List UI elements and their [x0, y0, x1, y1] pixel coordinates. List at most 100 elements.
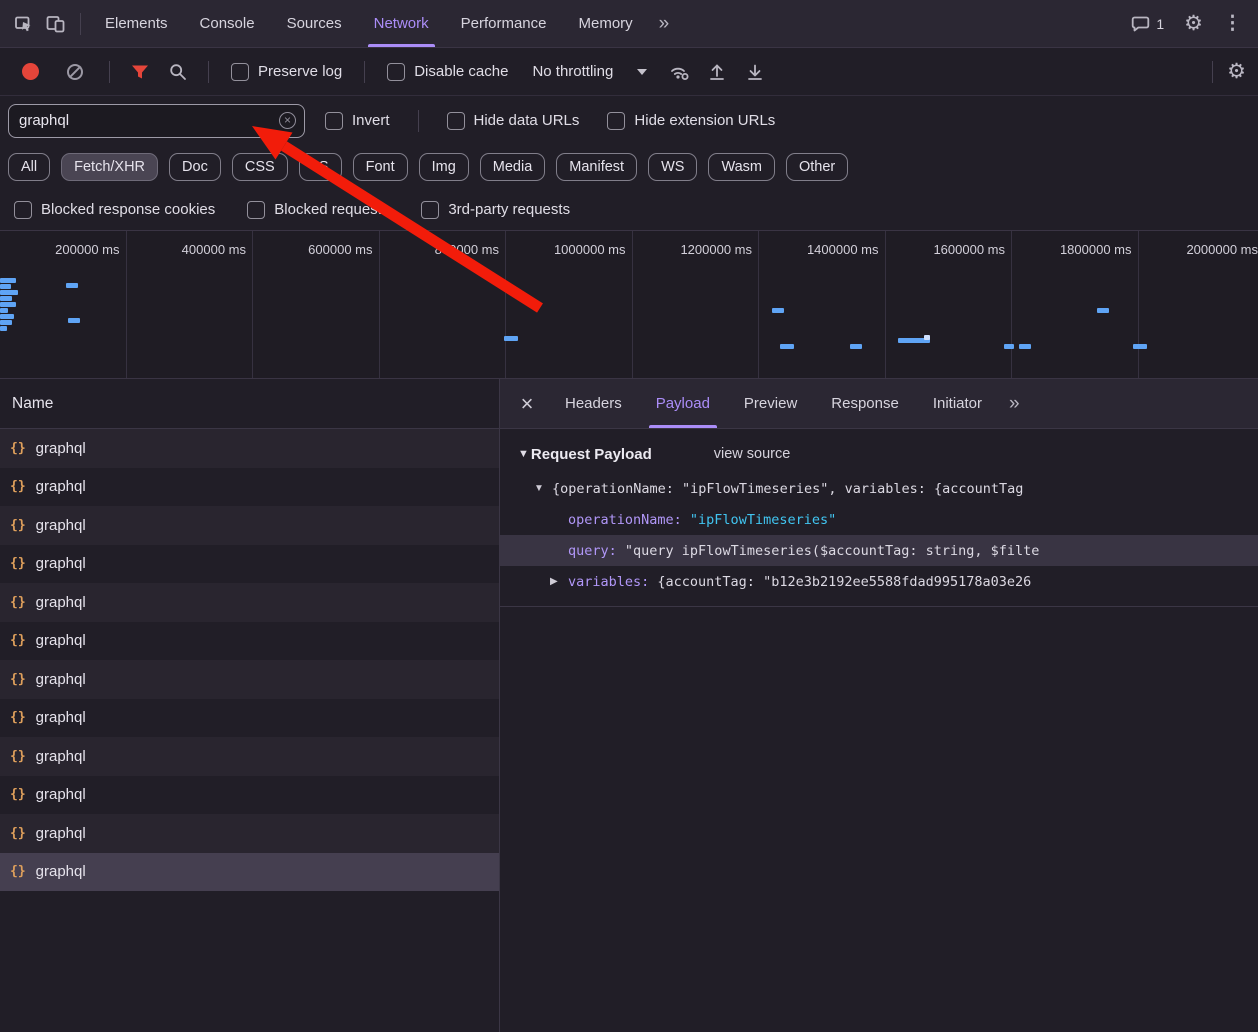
filter-chip-all[interactable]: All — [8, 153, 50, 181]
invert-toggle[interactable]: Invert — [325, 112, 390, 130]
more-tabs-icon[interactable]: » — [649, 13, 680, 35]
request-row[interactable]: {}graphql — [0, 699, 499, 738]
collapse-arrow-icon[interactable]: ▼ — [518, 448, 529, 460]
name-column-header[interactable]: Name — [0, 379, 499, 429]
device-toolbar-icon[interactable] — [40, 8, 72, 40]
payload-entry[interactable]: ▶variables: {accountTag: "b12e3b2192ee55… — [500, 566, 1258, 597]
request-row[interactable]: {}graphql — [0, 545, 499, 584]
tab-sources[interactable]: Sources — [271, 0, 358, 47]
detail-tab-response[interactable]: Response — [814, 379, 916, 428]
filter-chip-img[interactable]: Img — [419, 153, 469, 181]
filter-chip-wasm[interactable]: Wasm — [708, 153, 775, 181]
request-timing-bar[interactable] — [0, 314, 14, 319]
kebab-menu-icon[interactable]: ⋮ — [1223, 14, 1242, 33]
request-row[interactable]: {}graphql — [0, 583, 499, 622]
network-settings-gear-icon[interactable]: ⚙ — [1227, 61, 1246, 82]
request-row[interactable]: {}graphql — [0, 776, 499, 815]
request-timing-bar[interactable] — [66, 283, 78, 288]
tab-console[interactable]: Console — [184, 0, 271, 47]
request-row[interactable]: {}graphql — [0, 506, 499, 545]
timeline-tick-label: 2000000 ms — [1139, 231, 1258, 257]
payload-entry[interactable]: operationName: "ipFlowTimeseries" — [500, 504, 1258, 535]
request-row[interactable]: {}graphql — [0, 853, 499, 892]
request-timing-bar[interactable] — [0, 302, 16, 307]
clear-button[interactable] — [67, 64, 83, 80]
waterfall-overview[interactable]: 200000 ms400000 ms600000 ms800000 ms1000… — [0, 231, 1258, 379]
expand-arrow-icon[interactable]: ▶ — [550, 576, 568, 587]
request-timing-bar[interactable] — [0, 290, 18, 295]
request-timing-bar[interactable] — [780, 344, 794, 349]
request-timing-bar[interactable] — [0, 296, 12, 301]
type-filter-chips: All Fetch/XHR Doc CSS JS Font Img Media Manifest… — [0, 145, 1258, 189]
request-row[interactable]: {}graphql — [0, 468, 499, 507]
tab-elements[interactable]: Elements — [89, 0, 184, 47]
filter-toggle-blocked-requests[interactable]: Blocked requests — [247, 201, 389, 219]
view-source-link[interactable]: view source — [714, 446, 791, 462]
request-timing-bar[interactable] — [0, 320, 12, 325]
checkbox-label: Blocked response cookies — [41, 201, 215, 218]
checkbox-label: Invert — [352, 112, 390, 129]
filter-chip-js[interactable]: JS — [299, 153, 342, 181]
payload-value: "ipFlowTimeseries" — [690, 512, 836, 528]
tab-memory[interactable]: Memory — [563, 0, 649, 47]
request-timing-bar[interactable] — [850, 344, 862, 349]
close-icon[interactable]: × — [506, 391, 548, 417]
filter-chip-media[interactable]: Media — [480, 153, 546, 181]
search-icon[interactable] — [162, 56, 194, 88]
filter-toggle-3rd-party-requests[interactable]: 3rd-party requests — [421, 201, 570, 219]
detail-tab-preview[interactable]: Preview — [727, 379, 814, 428]
network-filter-input[interactable]: × — [8, 104, 305, 138]
request-row[interactable]: {}graphql — [0, 660, 499, 699]
request-timing-bar[interactable] — [0, 278, 16, 283]
detail-tab-headers[interactable]: Headers — [548, 379, 639, 428]
settings-gear-icon[interactable]: ⚙ — [1184, 13, 1203, 34]
request-timing-bar[interactable] — [1133, 344, 1147, 349]
filter-chip-ws[interactable]: WS — [648, 153, 697, 181]
request-timing-bar[interactable] — [0, 326, 7, 331]
clear-filter-icon[interactable]: × — [279, 112, 296, 129]
filter-chip-doc[interactable]: Doc — [169, 153, 221, 181]
filter-chip-css[interactable]: CSS — [232, 153, 288, 181]
throttling-dropdown[interactable]: No throttling — [532, 63, 647, 80]
import-har-icon[interactable] — [701, 56, 733, 88]
request-timing-bar[interactable] — [1019, 344, 1031, 349]
request-timing-bar[interactable] — [68, 318, 80, 323]
request-row[interactable]: {}graphql — [0, 737, 499, 776]
request-row[interactable]: {}graphql — [0, 814, 499, 853]
disable-cache-toggle[interactable]: Disable cache — [387, 63, 508, 81]
collapse-arrow-icon[interactable]: ▼ — [534, 483, 552, 494]
filter-chip-font[interactable]: Font — [353, 153, 408, 181]
hide-data-urls-toggle[interactable]: Hide data URLs — [447, 112, 580, 130]
request-timing-bar[interactable] — [504, 336, 518, 341]
hide-extension-urls-toggle[interactable]: Hide extension URLs — [607, 112, 775, 130]
filter-toggle-blocked-response-cookies[interactable]: Blocked response cookies — [14, 201, 215, 219]
request-timing-bar[interactable] — [924, 335, 930, 340]
request-timing-bar[interactable] — [1097, 308, 1109, 313]
export-har-icon[interactable] — [739, 56, 771, 88]
json-braces-icon: {} — [10, 864, 26, 879]
request-timing-bar[interactable] — [1004, 344, 1014, 349]
tab-performance[interactable]: Performance — [445, 0, 563, 47]
request-timing-bar[interactable] — [772, 308, 784, 313]
filter-chip-manifest[interactable]: Manifest — [556, 153, 637, 181]
request-timing-bar[interactable] — [0, 284, 11, 289]
console-messages-indicator[interactable]: 1 — [1131, 15, 1164, 33]
payload-root-preview[interactable]: ▼ {operationName: "ipFlowTimeseries", va… — [500, 473, 1258, 504]
detail-more-tabs-icon[interactable]: » — [999, 393, 1030, 415]
request-row[interactable]: {}graphql — [0, 429, 499, 468]
filter-chip-other[interactable]: Other — [786, 153, 848, 181]
filter-chip-fetch-xhr[interactable]: Fetch/XHR — [61, 153, 158, 181]
filter-funnel-icon[interactable] — [124, 56, 156, 88]
network-conditions-icon[interactable] — [663, 56, 695, 88]
detail-tab-payload[interactable]: Payload — [639, 379, 727, 428]
inspect-element-icon[interactable] — [8, 8, 40, 40]
detail-tab-initiator[interactable]: Initiator — [916, 379, 999, 428]
record-button[interactable] — [22, 63, 39, 80]
payload-entry[interactable]: query: "query ipFlowTimeseries($accountT… — [500, 535, 1258, 566]
filter-text-input[interactable] — [19, 112, 279, 129]
tab-network[interactable]: Network — [358, 0, 445, 47]
request-timing-bar[interactable] — [0, 308, 8, 313]
timeline-segment: 1400000 ms — [759, 231, 886, 378]
request-row[interactable]: {}graphql — [0, 622, 499, 661]
preserve-log-toggle[interactable]: Preserve log — [231, 63, 342, 81]
